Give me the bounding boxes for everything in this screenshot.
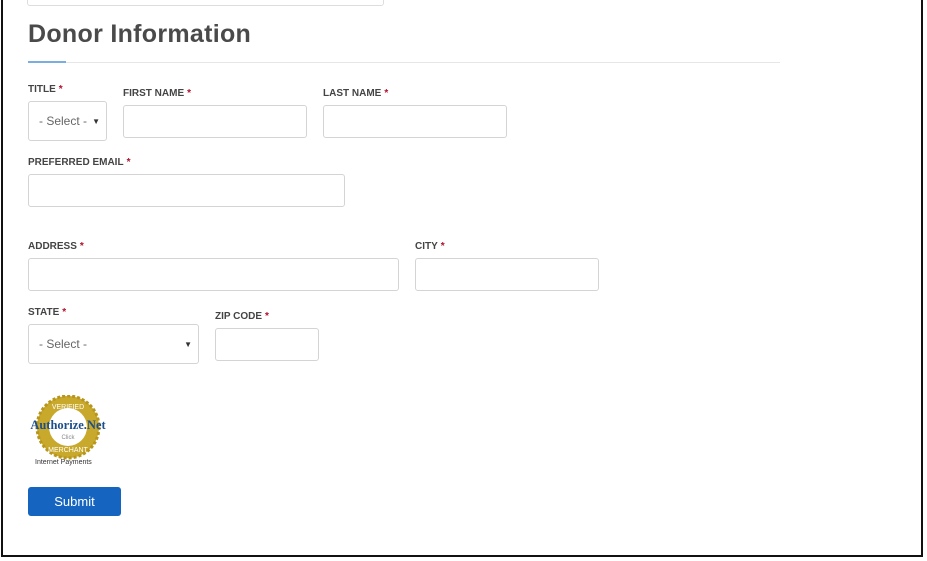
email-label: PREFERRED EMAIL * — [28, 157, 131, 168]
state-select[interactable]: - Select - ▼ — [28, 324, 199, 364]
state-label: STATE * — [28, 307, 67, 318]
svg-text:VERIFIED: VERIFIED — [52, 404, 84, 411]
zip-input[interactable] — [215, 328, 319, 361]
chevron-down-icon: ▼ — [184, 339, 192, 349]
title-select[interactable]: - Select - ▼ — [28, 101, 107, 141]
city-label: CITY * — [415, 241, 445, 252]
svg-text:Click: Click — [62, 435, 76, 441]
title-label: TITLE * — [28, 84, 63, 95]
last-name-input[interactable] — [323, 105, 507, 138]
previous-input[interactable] — [27, 0, 384, 6]
first-name-input[interactable] — [123, 105, 307, 138]
address-input[interactable] — [28, 258, 399, 291]
divider — [28, 62, 780, 63]
seal-caption: Internet Payments — [35, 459, 92, 466]
city-input[interactable] — [415, 258, 599, 291]
divider-accent — [28, 61, 66, 63]
svg-text:Authorize.Net: Authorize.Net — [30, 418, 106, 432]
svg-text:MERCHANT: MERCHANT — [48, 447, 88, 454]
submit-button[interactable]: Submit — [28, 487, 121, 516]
page-title: Donor Information — [28, 20, 252, 48]
chevron-down-icon: ▼ — [92, 116, 100, 126]
last-name-label: LAST NAME * — [323, 88, 389, 99]
email-input[interactable] — [28, 174, 345, 207]
first-name-label: FIRST NAME * — [123, 88, 192, 99]
address-label: ADDRESS * — [28, 241, 84, 252]
zip-label: ZIP CODE * — [215, 311, 269, 322]
